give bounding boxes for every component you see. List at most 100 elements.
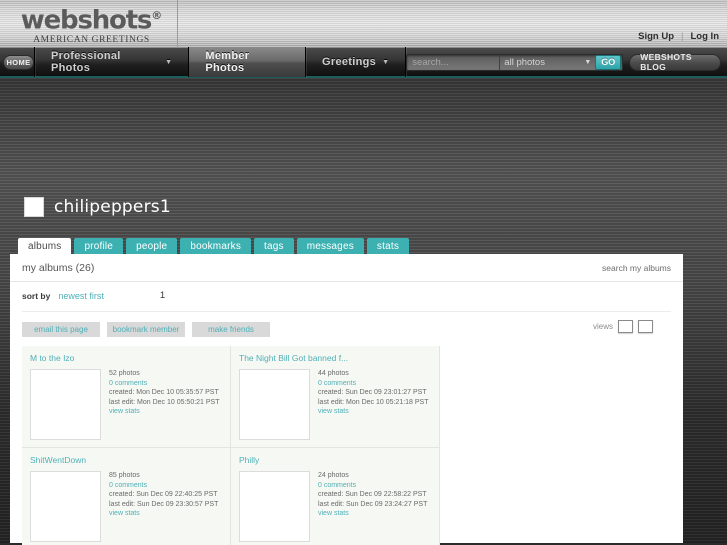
album-thumbnail[interactable] [239, 369, 310, 440]
views-label: views [592, 322, 613, 331]
webshots-logo[interactable]: webshots® AMERICAN GREETINGS [6, 0, 178, 48]
webshots-blog-button[interactable]: WEBSHOTS BLOG [629, 52, 722, 72]
member-username: chilipeppers1 [54, 197, 171, 217]
sign-up-link[interactable]: Sign Up [638, 31, 674, 42]
views-toggle-group: views [593, 320, 653, 333]
account-links: Sign Up | Log In [638, 31, 719, 42]
member-header: chilipeppers1 [24, 197, 171, 217]
album-photo-count: 44 photos [318, 370, 349, 377]
log-in-link[interactable]: Log In [691, 31, 720, 42]
search-group: all photos ▼ GO WEBSHOTS BLOG [406, 52, 722, 72]
album-title[interactable]: Philly [239, 455, 431, 465]
tab-messages[interactable]: messages [296, 238, 364, 254]
sort-by-label: sort by [22, 290, 51, 301]
chevron-down-icon: ▼ [165, 58, 173, 66]
album-photo-count: 24 photos [318, 472, 349, 479]
home-button[interactable]: HOME [3, 54, 35, 70]
album-created-date: created: Sun Dec 09 22:40:25 PST [109, 491, 218, 498]
member-tab-bar: albums profile people bookmarks tags mes… [18, 238, 410, 254]
album-card[interactable]: ShitWentDown 85 photos 0 comments create… [22, 448, 231, 545]
album-comments-link[interactable]: 0 comments [109, 481, 218, 491]
main-navigation-bar: HOME Professional Photos ▼ Member Photos… [0, 47, 727, 78]
album-view-stats-link[interactable]: view stats [109, 407, 220, 417]
album-body: 85 photos 0 comments created: Sun Dec 09… [30, 471, 222, 542]
album-thumbnail[interactable] [239, 471, 310, 542]
album-grid: M to the Izo 52 photos 0 comments create… [22, 346, 440, 545]
album-meta: 85 photos 0 comments created: Sun Dec 09… [109, 471, 218, 542]
tab-tags[interactable]: tags [254, 238, 294, 254]
album-meta: 44 photos 0 comments created: Sun Dec 09… [318, 369, 429, 440]
sort-by-value[interactable]: newest first [58, 291, 104, 301]
album-title[interactable]: The Night Bill Got banned f... [239, 353, 431, 363]
tab-albums[interactable]: albums [18, 238, 72, 254]
albums-panel: my albums (26) search my albums sort by … [10, 254, 683, 545]
nav-tab-member-photos-label: Member Photos [205, 50, 250, 74]
nav-tab-professional-photos-label: Professional Photos [51, 50, 121, 74]
tab-people[interactable]: people [126, 238, 178, 254]
tab-bookmarks[interactable]: bookmarks [180, 238, 252, 254]
chevron-down-icon: ▼ [382, 58, 390, 66]
album-thumbnail[interactable] [30, 471, 101, 542]
album-body: 44 photos 0 comments created: Sun Dec 09… [239, 369, 431, 440]
album-body: 52 photos 0 comments created: Mon Dec 10… [30, 369, 222, 440]
avatar[interactable] [24, 197, 44, 217]
logo-tagline: AMERICAN GREETINGS [33, 34, 150, 45]
album-photo-count: 52 photos [109, 370, 140, 377]
album-thumbnail[interactable] [30, 369, 101, 440]
tab-albums-label: albums [28, 240, 62, 252]
nav-tab-member-photos[interactable]: Member Photos [189, 47, 306, 77]
album-card[interactable]: The Night Bill Got banned f... 44 photos… [231, 346, 440, 448]
album-created-date: created: Mon Dec 10 05:35:57 PST [109, 389, 219, 396]
album-created-date: created: Sun Dec 09 23:01:27 PST [318, 389, 427, 396]
album-last-edit-date: last edit: Sun Dec 09 23:24:27 PST [318, 500, 428, 508]
search-box: all photos ▼ GO [406, 53, 624, 71]
logo-wordmark-text: webshots [20, 5, 153, 36]
chevron-down-icon: ▼ [584, 58, 592, 66]
search-input[interactable] [407, 54, 500, 70]
tab-messages-label: messages [306, 240, 354, 252]
nav-tab-greetings-label: Greetings [322, 56, 377, 68]
nav-tab-professional-photos[interactable]: Professional Photos ▼ [35, 47, 188, 77]
album-comments-link[interactable]: 0 comments [318, 379, 429, 389]
email-this-page-button[interactable]: email this page [22, 322, 100, 337]
search-go-button[interactable]: GO [595, 54, 622, 70]
album-comments-link[interactable]: 0 comments [318, 481, 427, 491]
brand-bar: webshots® AMERICAN GREETINGS Sign Up | L… [0, 0, 727, 48]
view-grid-icon[interactable] [618, 320, 633, 333]
action-row: email this page bookmark member make fri… [22, 311, 671, 337]
tab-profile[interactable]: profile [74, 238, 124, 254]
view-list-icon[interactable] [638, 320, 653, 333]
album-view-stats-link[interactable]: view stats [318, 407, 429, 417]
album-view-stats-link[interactable]: view stats [318, 509, 427, 519]
album-title[interactable]: M to the Izo [30, 353, 222, 363]
page-title: my albums (26) [22, 262, 95, 274]
album-meta: 52 photos 0 comments created: Mon Dec 10… [109, 369, 220, 440]
album-last-edit-date: last edit: Mon Dec 10 05:50:21 PST [109, 398, 220, 406]
bookmark-member-button[interactable]: bookmark member [107, 322, 185, 337]
tab-tags-label: tags [264, 240, 284, 252]
album-view-stats-link[interactable]: view stats [109, 509, 218, 519]
album-title[interactable]: ShitWentDown [30, 455, 222, 465]
tab-profile-label: profile [84, 240, 114, 252]
tab-people-label: people [136, 240, 168, 252]
registered-mark-icon: ® [151, 9, 163, 23]
album-card[interactable]: Philly 24 photos 0 comments created: Sun… [231, 448, 440, 545]
tab-bookmarks-label: bookmarks [190, 240, 242, 252]
tab-stats[interactable]: stats [366, 238, 410, 254]
pagination-current-page[interactable]: 1 [160, 290, 165, 301]
album-created-date: created: Sun Dec 09 22:58:22 PST [318, 491, 427, 498]
make-friends-button[interactable]: make friends [192, 322, 270, 337]
nav-tab-greetings[interactable]: Greetings ▼ [306, 47, 405, 77]
album-body: 24 photos 0 comments created: Sun Dec 09… [239, 471, 431, 542]
album-card[interactable]: M to the Izo 52 photos 0 comments create… [22, 346, 231, 448]
search-my-albums-link[interactable]: search my albums [602, 263, 671, 273]
search-scope-select[interactable]: all photos ▼ [499, 54, 595, 70]
page-body: chilipeppers1 albums profile people book… [0, 78, 727, 545]
album-last-edit-date: last edit: Sun Dec 09 23:30:57 PST [109, 500, 219, 508]
album-photo-count: 85 photos [109, 472, 140, 479]
tab-stats-label: stats [376, 240, 400, 252]
logo-wordmark: webshots® [21, 3, 162, 34]
album-meta: 24 photos 0 comments created: Sun Dec 09… [318, 471, 427, 542]
sort-row: sort by newest first 1 [10, 282, 683, 301]
album-comments-link[interactable]: 0 comments [109, 379, 220, 389]
